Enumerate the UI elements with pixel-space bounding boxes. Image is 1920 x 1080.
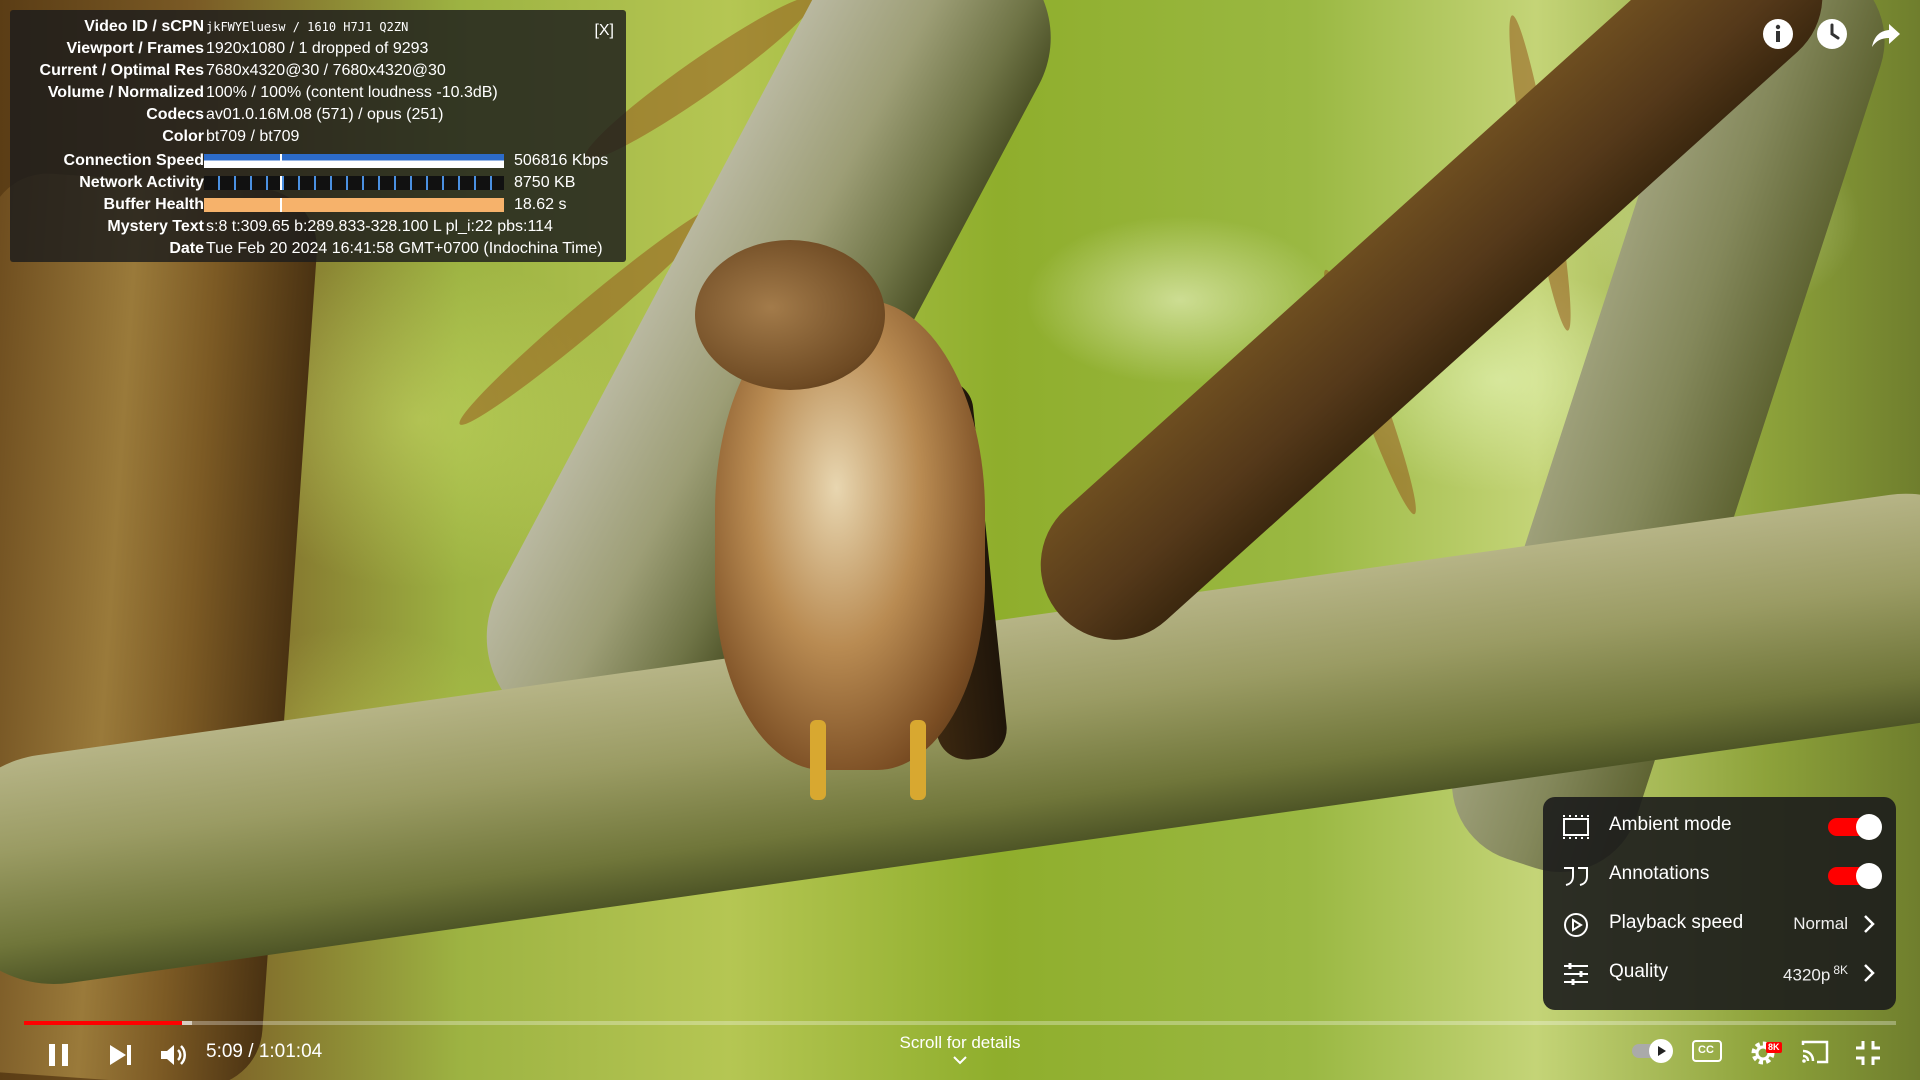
volume-icon[interactable] <box>158 1040 188 1070</box>
time-display: 5:09 / 1:01:04 <box>206 1041 323 1062</box>
stats-row-viewport: Viewport / Frames 1920x1080 / 1 dropped … <box>10 38 626 60</box>
menu-item-label: Ambient mode <box>1609 814 1732 835</box>
menu-item-annotations[interactable]: Annotations <box>1543 851 1896 900</box>
stats-value: av01.0.16M.08 (571) / opus (251) <box>206 106 444 123</box>
stats-label: Color <box>162 128 204 145</box>
menu-item-label: Quality <box>1609 961 1669 982</box>
ambient-mode-icon <box>1563 815 1589 839</box>
player-controls: 5:09 / 1:01:04 Scroll for details CC 8K <box>0 1030 1920 1080</box>
stats-label: Volume / Normalized <box>47 84 204 101</box>
stats-value: jkFWYEluesw / 1610 H7J1 Q2ZN <box>206 20 409 34</box>
menu-item-quality[interactable]: Quality 4320p 8K <box>1543 949 1896 998</box>
menu-item-ambient-mode[interactable]: Ambient mode <box>1543 802 1896 851</box>
stats-value: 100% / 100% (content loudness -10.3dB) <box>206 84 498 101</box>
quality-value: 4320p 8K <box>1783 963 1848 986</box>
stats-row-video-id: Video ID / sCPN jkFWYEluesw / 1610 H7J1 … <box>10 16 626 38</box>
cc-label: CC <box>1698 1044 1714 1056</box>
buffer-health-graph: 18.62 s <box>204 196 566 213</box>
stats-row-buffer-health: Buffer Health 18.62 s <box>10 194 626 216</box>
stats-value: 7680x4320@30 / 7680x4320@30 <box>206 62 446 79</box>
cc-icon[interactable]: CC <box>1692 1039 1722 1063</box>
pause-icon[interactable] <box>44 1040 74 1070</box>
stats-value: bt709 / bt709 <box>206 128 300 145</box>
stats-label: Mystery Text <box>107 218 204 235</box>
stats-row-resolution: Current / Optimal Res 7680x4320@30 / 768… <box>10 60 626 82</box>
stats-row-mystery-text: Mystery Text s:8 t:309.65 b:289.833-328.… <box>10 216 626 238</box>
exit-fullscreen-icon[interactable] <box>1854 1039 1882 1067</box>
stats-label: Current / Optimal Res <box>39 62 204 79</box>
stats-label: Connection Speed <box>63 152 204 169</box>
stats-row-connection-speed: Connection Speed 506816 Kbps <box>10 150 626 172</box>
progress-played <box>24 1021 182 1025</box>
chevron-right-icon <box>1864 964 1875 982</box>
scroll-hint-label: Scroll for details <box>899 1033 1021 1052</box>
quality-sliders-icon <box>1564 963 1588 985</box>
stats-label: Buffer Health <box>103 196 204 213</box>
annotations-toggle[interactable] <box>1828 863 1882 889</box>
next-icon[interactable] <box>106 1040 136 1070</box>
stats-value: 1920x1080 / 1 dropped of 9293 <box>206 40 429 57</box>
connection-speed-graph: 506816 Kbps <box>204 152 608 169</box>
watch-later-icon[interactable] <box>1816 18 1848 50</box>
stats-row-volume: Volume / Normalized 100% / 100% (content… <box>10 82 626 104</box>
stats-label: Date <box>169 240 204 257</box>
cast-icon[interactable] <box>1800 1039 1830 1065</box>
playback-speed-value: Normal <box>1793 914 1848 933</box>
network-activity-graph: 8750 KB <box>204 174 575 191</box>
stats-for-nerds-panel: Video ID / sCPN jkFWYEluesw / 1610 H7J1 … <box>10 10 626 262</box>
stats-label: Network Activity <box>79 174 204 191</box>
stats-label: Video ID / sCPN <box>84 18 204 35</box>
stats-row-date: Date Tue Feb 20 2024 16:41:58 GMT+0700 (… <box>10 238 626 260</box>
menu-item-playback-speed[interactable]: Playback speed Normal <box>1543 900 1896 949</box>
menu-item-label: Playback speed <box>1609 912 1744 933</box>
quality-8k-badge: 8K <box>1833 963 1848 977</box>
stats-row-network-activity: Network Activity 8750 KB <box>10 172 626 194</box>
stats-value: 8750 KB <box>514 174 576 191</box>
share-icon[interactable] <box>1870 18 1902 50</box>
autoplay-play-icon <box>1649 1039 1673 1063</box>
stats-value: 18.62 s <box>514 196 567 213</box>
playback-speed-icon <box>1564 913 1588 937</box>
stats-value: s:8 t:309.65 b:289.833-328.100 L pl_i:22… <box>206 218 553 235</box>
stats-label: Codecs <box>146 106 204 123</box>
stats-row-color: Color bt709 / bt709 <box>10 126 626 148</box>
ambient-mode-toggle[interactable] <box>1828 814 1882 840</box>
chevron-right-icon <box>1864 915 1875 933</box>
progress-bar[interactable] <box>24 1021 1896 1025</box>
settings-menu: Ambient mode Annotations Playback speed … <box>1543 797 1896 1010</box>
stats-value: Tue Feb 20 2024 16:41:58 GMT+0700 (Indoc… <box>206 240 603 257</box>
chevron-down-icon <box>953 1056 967 1065</box>
annotations-icon <box>1564 867 1588 886</box>
menu-item-label: Annotations <box>1609 863 1710 884</box>
scroll-for-details-hint[interactable]: Scroll for details <box>860 1033 1060 1065</box>
info-icon[interactable] <box>1762 18 1794 50</box>
stats-row-codecs: Codecs av01.0.16M.08 (571) / opus (251) <box>10 104 626 126</box>
stats-value: 506816 Kbps <box>514 152 609 169</box>
stats-label: Viewport / Frames <box>66 40 204 57</box>
stats-close-button[interactable]: [X] <box>594 20 614 42</box>
quality-resolution: 4320p <box>1783 965 1831 985</box>
top-right-actions <box>1762 18 1902 50</box>
settings-8k-badge: 8K <box>1766 1042 1782 1053</box>
